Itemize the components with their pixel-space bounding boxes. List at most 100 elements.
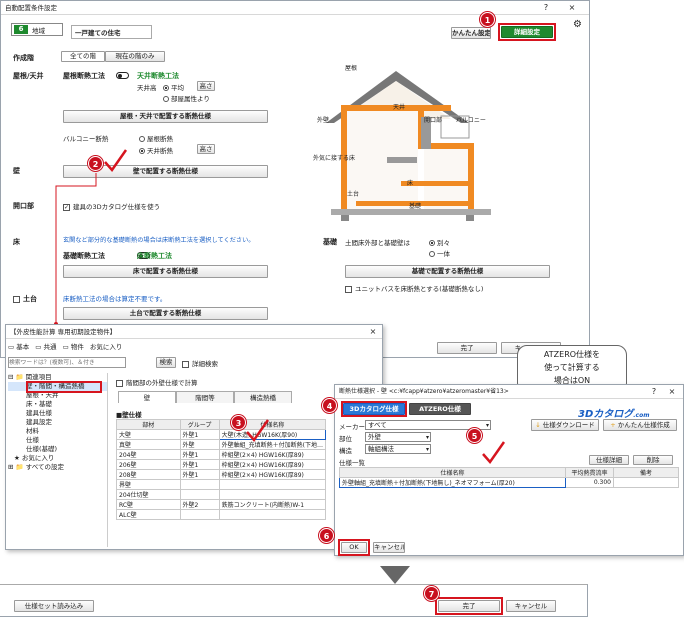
col-note: 備考 — [613, 467, 679, 478]
tab-common-label: 共通 — [43, 343, 57, 351]
callout-line-1: ATZERO仕様を — [543, 350, 601, 359]
tree-item-fitting-spec[interactable]: 建具仕様 — [8, 409, 107, 418]
tab-atzero[interactable]: ATZERO仕様 — [409, 403, 471, 415]
cell: 208壁 — [116, 469, 181, 480]
library-close-icon[interactable]: × — [366, 325, 380, 339]
table-row[interactable]: ALC壁 — [116, 509, 327, 520]
cell[interactable]: 鉄筋コンクリート(内断熱)W-1 — [218, 499, 327, 510]
bottom-bar: 仕様セット読み込み 完了 キャンセル — [0, 584, 588, 617]
highlight-3d-catalog — [341, 401, 407, 417]
library-search-input[interactable] — [8, 357, 126, 368]
cell: 204壁 — [116, 449, 181, 460]
tab-property[interactable]: ▭ 物件 — [63, 343, 84, 351]
spec-cancel-button[interactable]: キャンセル — [373, 542, 405, 553]
tree-item-fitting-spec-label: 建具仕様 — [26, 409, 52, 417]
tab-basic-label: 基本 — [16, 343, 30, 351]
wall-spec-table: 部材 グループ 仕様名称 大壁 外壁1 大壁(木造) HGW16K(厚90) 真壁外… — [116, 419, 327, 520]
cell: 外壁2 — [179, 499, 220, 510]
spec-list-table: 仕様名称 平均熱貫流率 備考 外壁軸組_充填断熱＋付加断熱(下地無し)_ネオマフ… — [339, 467, 679, 488]
tree-item-fitting-setting-label: 建具設定 — [26, 418, 52, 426]
table-row[interactable]: 大壁 外壁1 大壁(木造) HGW16K(厚90) — [116, 429, 327, 440]
cell: RC壁 — [116, 499, 181, 510]
interfloor-checkbox[interactable]: 階間部の外壁仕様で計算 — [116, 377, 198, 387]
bottom-cancel-button[interactable]: キャンセル — [506, 600, 556, 612]
spec-delete-button[interactable]: 削除 — [633, 455, 673, 465]
tree-item-spec-foundation-label: 仕様(基礎) — [26, 445, 58, 453]
subtab-thermal-bridge[interactable]: 構造熱橋 — [234, 391, 292, 403]
tree-item-material[interactable]: 材料 — [8, 427, 107, 436]
catalog-logo-suffix: .com — [633, 412, 650, 419]
check-interfloor[interactable] — [116, 379, 123, 387]
cell: 外壁1 — [179, 449, 220, 460]
tree-item-floor[interactable]: 床・基礎 — [8, 400, 107, 409]
table-row[interactable]: RC壁 外壁2 鉄筋コンクリート(内断熱)W-1 — [116, 499, 327, 510]
structure-select[interactable]: 軸組構法 — [365, 444, 431, 454]
table-row[interactable]: 界壁 — [116, 479, 327, 490]
col-group: グループ — [179, 419, 220, 430]
easy-create-label: かんたん仕様作成 — [617, 421, 670, 429]
load-spec-set-button[interactable]: 仕様セット読み込み — [14, 600, 94, 612]
spec-list-label: 仕様一覧 — [339, 459, 365, 467]
callout-line-2: 使って計算する — [544, 363, 600, 372]
table-row[interactable]: 208壁 外壁1 枠組壁(2×4) HGW16K(厚89) — [116, 469, 327, 480]
spec-help-icon[interactable]: ? — [647, 385, 661, 399]
table-row[interactable]: 204壁 外壁1 枠組壁(2×4) HGW16K(厚89) — [116, 449, 327, 460]
tree-item-spec[interactable]: 仕様 — [8, 436, 107, 445]
cell-selected[interactable]: 大壁(木造) HGW16K(厚90) — [218, 429, 327, 440]
table-row[interactable]: 206壁 外壁1 枠組壁(2×4) HGW16K(厚89) — [116, 459, 327, 470]
catalog-logo: 3Dカタログ.com — [578, 405, 649, 420]
library-search-button[interactable]: 検索 — [156, 357, 176, 368]
cell[interactable] — [218, 479, 327, 490]
tab-common[interactable]: ▭ 共通 — [35, 343, 56, 351]
tab-basic[interactable]: ▭ 基本 — [8, 343, 29, 351]
table-header-row: 部材 グループ 仕様名称 — [116, 419, 327, 430]
spec-row-note — [613, 477, 679, 488]
col-spec-name: 仕様名称 — [339, 467, 566, 478]
cell[interactable]: 枠組壁(2×4) HGW16K(厚89) — [218, 449, 327, 460]
cell[interactable]: 枠組壁(2×4) HGW16K(厚89) — [218, 469, 327, 480]
cell — [179, 479, 220, 490]
tab-property-label: 物件 — [70, 343, 84, 351]
tree-favorites[interactable]: ★ お気に入り — [8, 454, 107, 463]
subtab-interfloor[interactable]: 階間等 — [176, 391, 234, 403]
spec-row-name[interactable]: 外壁軸組_充填断熱＋付加断熱(下地無し)_ネオマフォーム(厚20) — [339, 477, 566, 488]
table-row[interactable]: 204仕切壁 — [116, 489, 327, 500]
spec-download-button[interactable]: ↓ 仕様ダウンロード — [531, 419, 599, 431]
spec-window: 断熱仕様選択 - 壁 <c:¥fcapp¥atzero¥atzeromaster… — [334, 384, 684, 556]
check-mark-3 — [246, 419, 270, 443]
detail-search-label: 詳細検索 — [192, 360, 218, 368]
download-label: 仕様ダウンロード — [542, 421, 595, 429]
cell[interactable] — [218, 509, 327, 520]
subtab-wall[interactable]: 壁 — [118, 391, 176, 403]
library-tabs: ▭ 基本 ▭ 共通 ▭ 物件 お気に入り — [8, 341, 168, 354]
cell[interactable]: 外壁軸組_充填断熱＋付加断熱(下地… — [218, 439, 327, 450]
spec-detail-button[interactable]: 仕様詳細 — [589, 455, 629, 465]
cell: 204仕切壁 — [116, 489, 181, 500]
tree-item-material-label: 材料 — [26, 427, 39, 435]
tree-item-fitting-setting[interactable]: 建具設定 — [8, 418, 107, 427]
cell[interactable] — [218, 489, 327, 500]
col-u-value: 平均熱貫流率 — [565, 467, 614, 478]
tree-item-floor-label: 床・基礎 — [26, 400, 52, 408]
spec-close-icon[interactable]: × — [665, 385, 679, 399]
part-select[interactable]: 外壁 — [365, 432, 431, 442]
interfloor-label: 階間部の外壁仕様で計算 — [126, 379, 198, 387]
maker-label: メーカー — [339, 423, 365, 431]
tab-favorites[interactable]: お気に入り — [90, 343, 123, 351]
easy-create-button[interactable]: + かんたん仕様作成 — [603, 419, 677, 431]
cell — [179, 489, 220, 500]
cell[interactable]: 枠組壁(2×4) HGW16K(厚89) — [218, 459, 327, 470]
table-row[interactable]: 真壁 外壁 外壁軸組_充填断熱＋付加断熱(下地… — [116, 439, 327, 450]
tree-item-spec-foundation[interactable]: 仕様(基礎) — [8, 445, 107, 454]
col-member: 部材 — [116, 419, 181, 430]
library-detail-search[interactable]: 詳細検索 — [182, 358, 218, 368]
spec-list-row[interactable]: 外壁軸組_充填断熱＋付加断熱(下地無し)_ネオマフォーム(厚20) 0.300 — [339, 477, 679, 488]
library-window: 【外皮性能計算 専用初期設定物件】 × ▭ 基本 ▭ 共通 ▭ 物件 お気に入り… — [5, 324, 383, 550]
tree-all-settings-label: すべての設定 — [25, 463, 64, 471]
library-title: 【外皮性能計算 専用初期設定物件】 — [10, 328, 117, 336]
cell: 外壁 — [179, 439, 220, 450]
tree-all-settings[interactable]: ⊞ 📁 すべての設定 — [8, 463, 107, 472]
cell: 外壁1 — [179, 459, 220, 470]
wall-spec-heading: ■壁仕様 — [116, 411, 142, 419]
check-detail-search[interactable] — [182, 360, 189, 368]
